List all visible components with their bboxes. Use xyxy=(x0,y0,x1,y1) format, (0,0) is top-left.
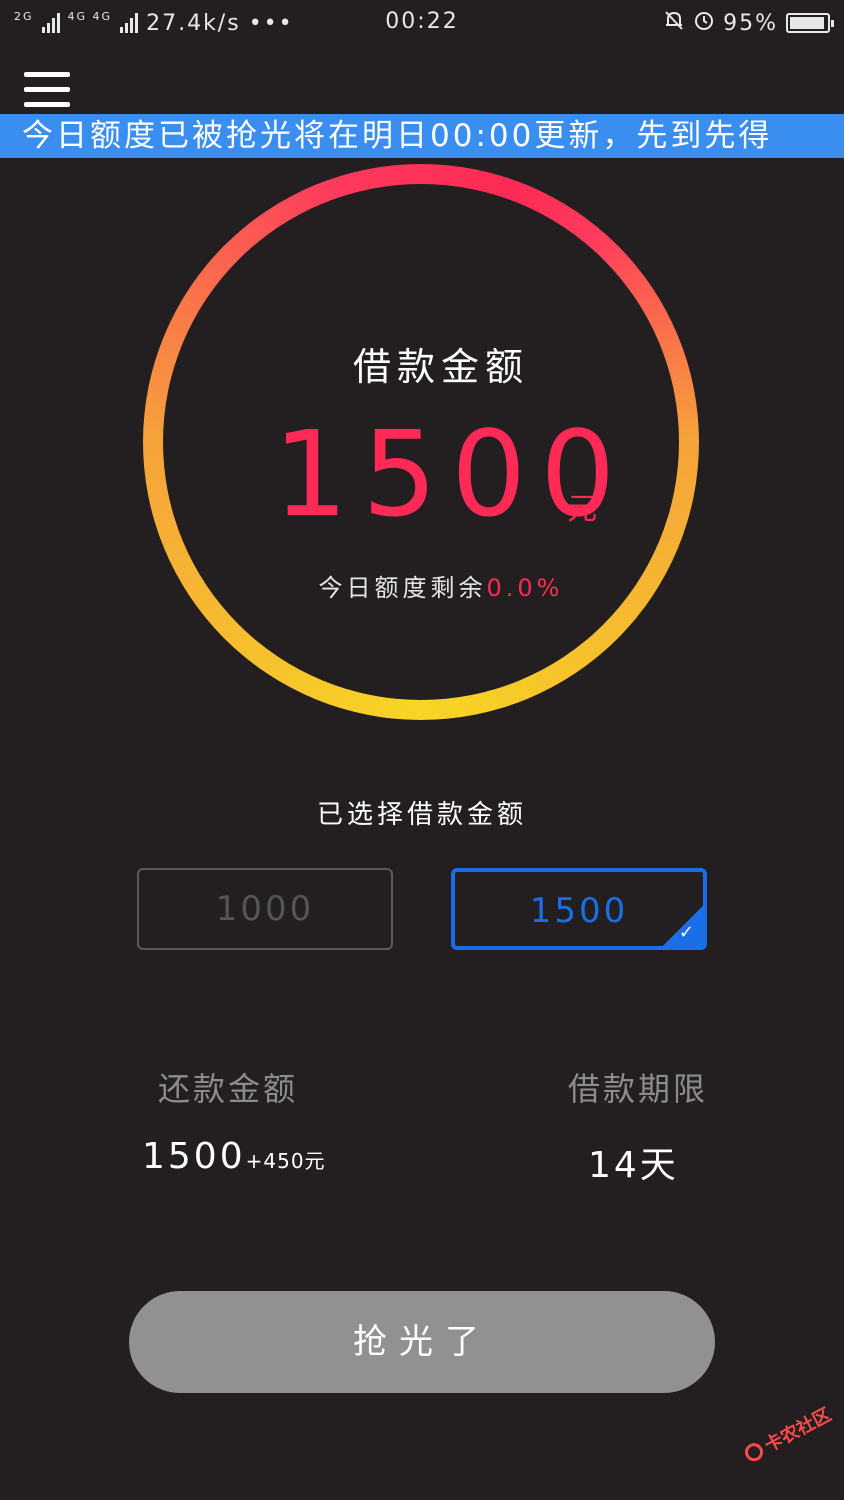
loan-amount-title: 借款金额 xyxy=(352,345,529,389)
amount-option-1500-label: 1500 xyxy=(529,891,629,931)
amount-option-1000[interactable]: 1000 xyxy=(137,868,393,950)
loan-term-label: 借款期限 xyxy=(568,1070,709,1108)
signal-icon xyxy=(41,13,60,33)
checkmark-icon: ✓ xyxy=(678,922,697,943)
repay-amount-value: 1500+450元 xyxy=(142,1136,326,1177)
loan-gauge-center: 借款金额 1500 元 今日额度剩余0.0% xyxy=(163,184,679,700)
hamburger-menu-icon[interactable] xyxy=(24,72,70,108)
network-2g-label: 2G xyxy=(14,9,34,23)
alarm-icon xyxy=(693,9,715,37)
loan-amount-unit: 元 xyxy=(567,492,597,527)
battery-icon xyxy=(786,13,834,33)
network-speed: 27.4k/s xyxy=(146,10,241,36)
grab-button[interactable]: 抢光了 xyxy=(129,1291,715,1393)
watermark-text: 卡农社区 xyxy=(761,1404,835,1457)
status-left: 2G 4G 4G 27.4k/s ••• xyxy=(14,11,294,36)
loan-gauge-ring: 借款金额 1500 元 今日额度剩余0.0% xyxy=(143,164,699,720)
repay-amount-label: 还款金额 xyxy=(158,1070,299,1108)
status-right: 95% xyxy=(663,9,834,37)
signal-icon-2 xyxy=(120,13,139,33)
status-bar: 2G 4G 4G 27.4k/s ••• 95% 00:22 xyxy=(0,0,844,46)
remaining-quota-line: 今日额度剩余0.0% xyxy=(163,568,719,603)
notice-banner: 今日额度已被抢光将在明日00:00更新，先到先得 xyxy=(0,114,844,158)
repay-principal: 1500 xyxy=(142,1136,246,1177)
loan-term-value: 14天 xyxy=(588,1145,679,1186)
selected-amount-label: 已选择借款金额 xyxy=(316,800,527,830)
network-4g-label: 4G 4G xyxy=(67,9,113,23)
repay-interest: +450元 xyxy=(245,1149,326,1173)
watermark: 卡农社区 xyxy=(737,1390,844,1474)
amount-option-1500[interactable]: 1500 ✓ xyxy=(451,868,707,950)
watermark-logo-icon xyxy=(741,1440,767,1465)
battery-percent: 95% xyxy=(723,10,778,36)
remaining-quota-value: 0.0% xyxy=(486,574,564,602)
mute-bell-icon xyxy=(663,9,685,37)
more-icon: ••• xyxy=(248,10,294,36)
remaining-quota-label: 今日额度剩余 xyxy=(318,574,487,602)
